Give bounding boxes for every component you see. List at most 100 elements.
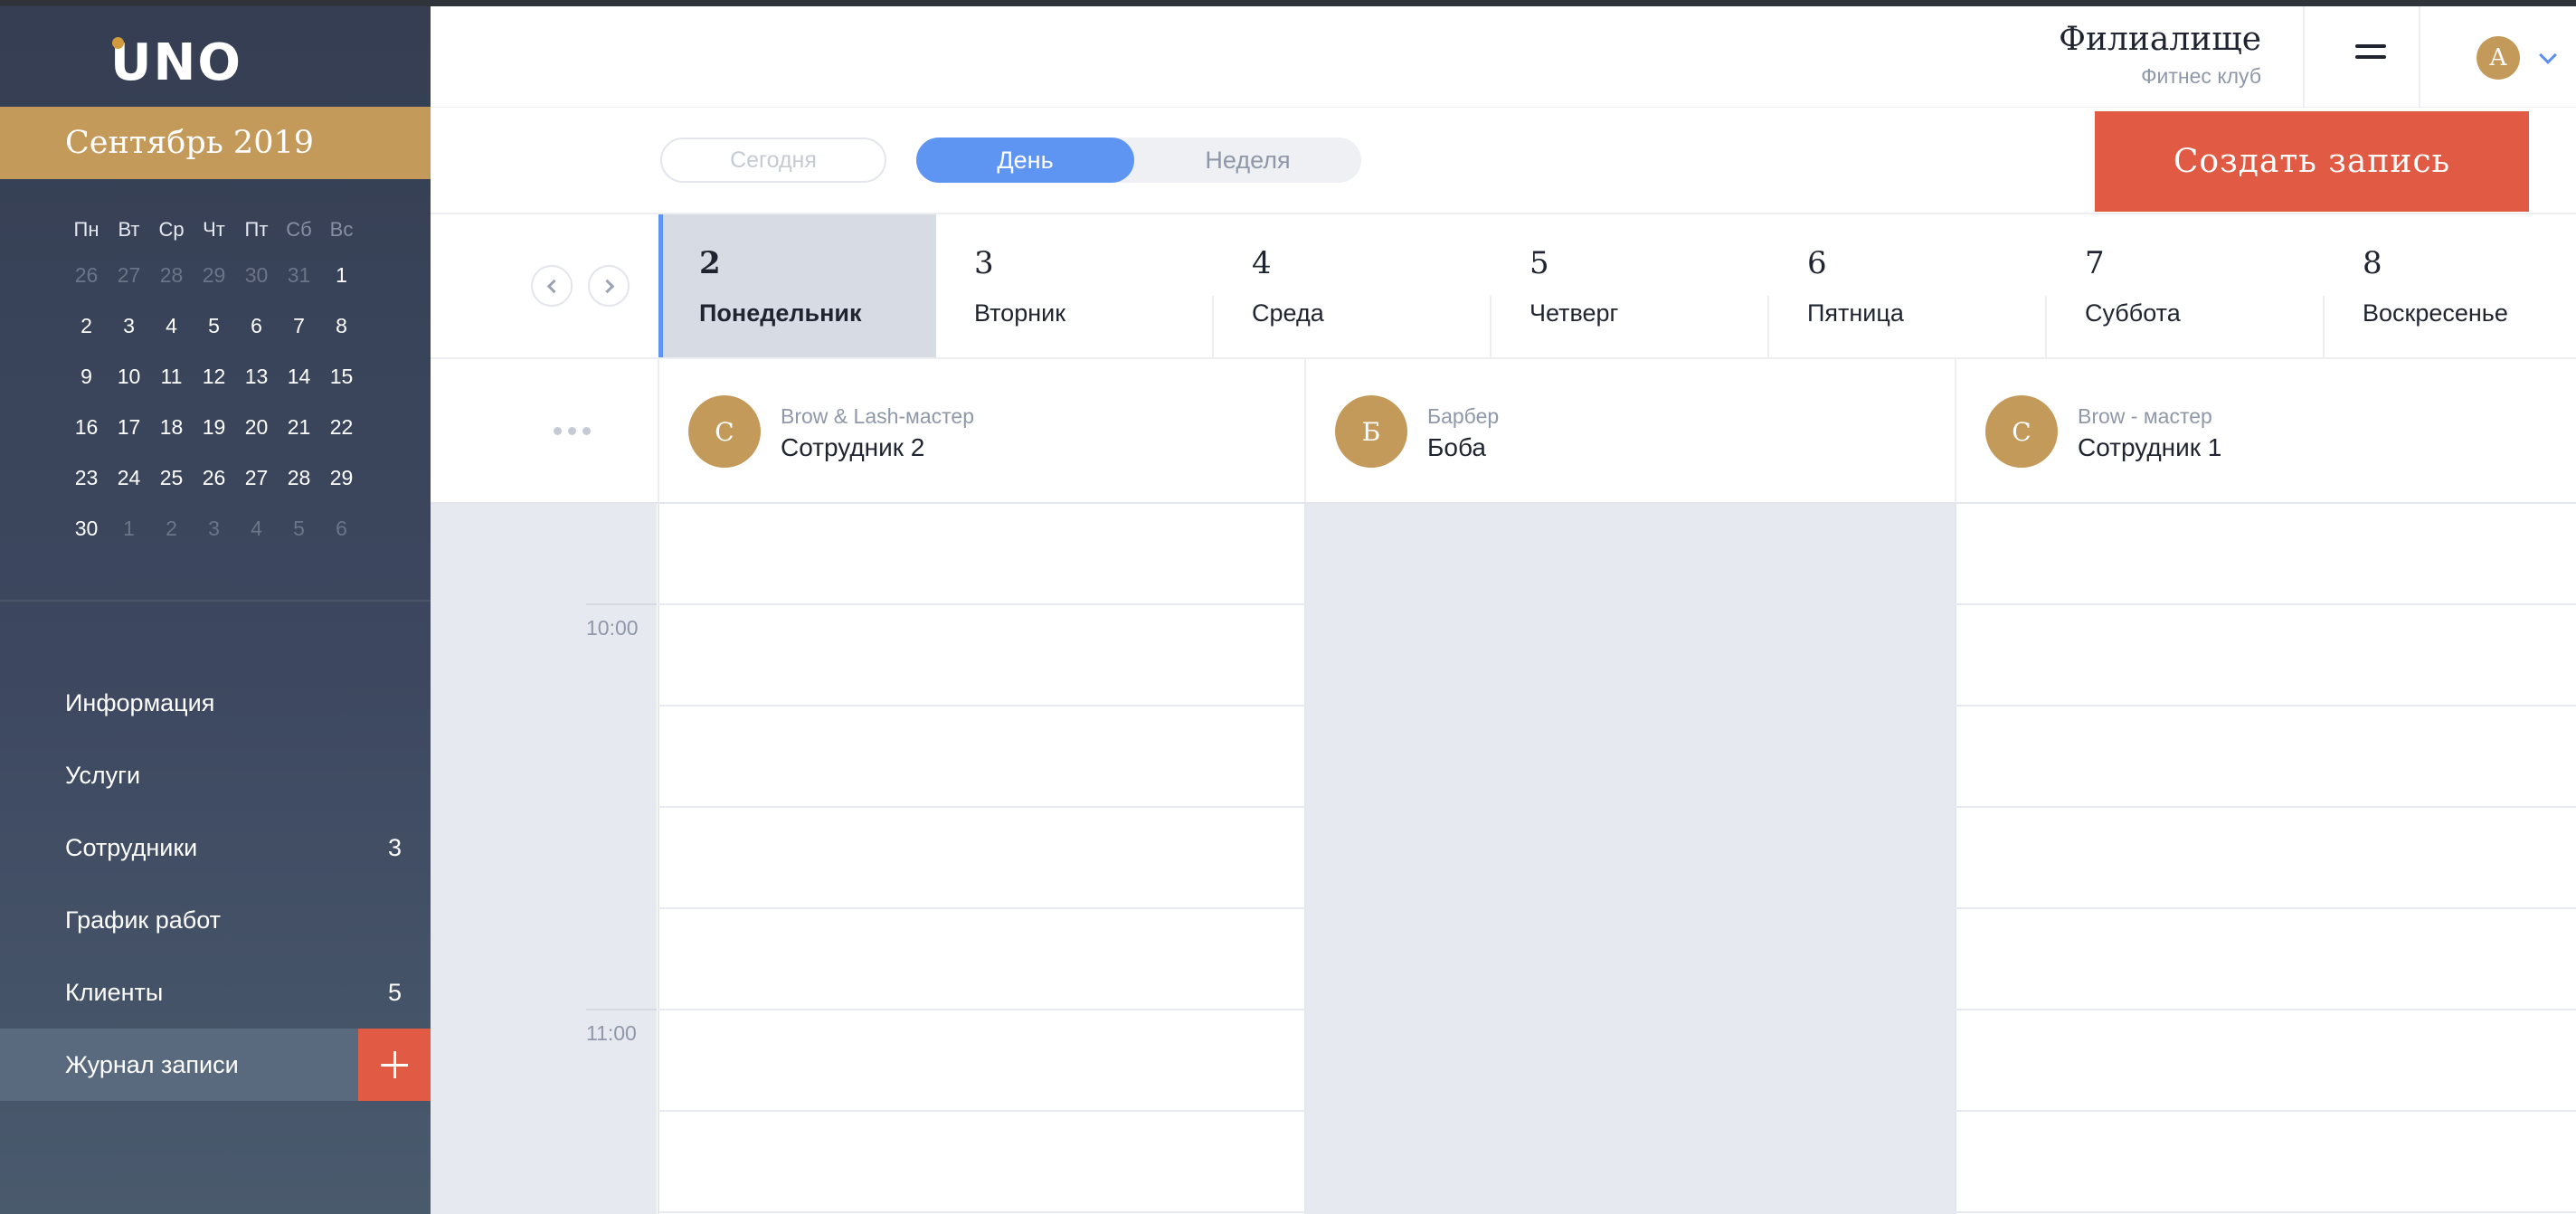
day-number: 2 [699, 245, 721, 281]
day-name: Понедельник [699, 299, 862, 327]
calendar-day[interactable]: 5 [193, 314, 235, 338]
calendar-day[interactable]: 11 [150, 365, 193, 389]
prev-week-button[interactable] [531, 265, 573, 307]
plus-bar [393, 1051, 396, 1078]
mini-calendar: Пн Вт Ср Чт Пт Сб Вс 26 27 28 29 30 31 1 2 3 4 5 6 7 8 9 10 11 1… [65, 210, 364, 554]
hour-tick [586, 1009, 657, 1010]
calendar-day[interactable]: 4 [150, 314, 193, 338]
calendar-day[interactable]: 23 [65, 466, 108, 490]
calendar-day[interactable]: 31 [278, 263, 320, 288]
user-avatar[interactable]: А [2477, 36, 2520, 80]
time-slot-line [658, 705, 2576, 707]
sidebar-item-info[interactable]: Информация [0, 667, 431, 739]
hour-tick [586, 603, 657, 605]
day-number: 3 [974, 245, 994, 281]
calendar-day[interactable]: 17 [108, 415, 150, 440]
calendar-day[interactable]: 29 [320, 466, 363, 490]
calendar-day[interactable]: 18 [150, 415, 193, 440]
view-week-button[interactable]: Неделя [1134, 138, 1361, 183]
calendar-day[interactable]: 30 [235, 263, 278, 288]
calendar-day[interactable]: 13 [235, 365, 278, 389]
calendar-day[interactable]: 2 [150, 517, 193, 541]
day-number: 7 [2085, 245, 2105, 281]
calendar-day[interactable]: 3 [193, 517, 235, 541]
view-day-button[interactable]: День [916, 138, 1134, 183]
calendar-day[interactable]: 10 [108, 365, 150, 389]
sidebar-item-schedule[interactable]: График работ [0, 884, 431, 956]
sidebar-menu: Информация Услуги Сотрудники 3 График работ К… [0, 667, 431, 1101]
sidebar-item-services[interactable]: Услуги [0, 739, 431, 811]
sidebar-item-label: Клиенты [65, 978, 164, 1006]
sidebar-item-journal[interactable]: Журнал записи [0, 1029, 431, 1101]
time-label: 11:00 [586, 1021, 637, 1045]
calendar-day[interactable]: 19 [193, 415, 235, 440]
calendar-day[interactable]: 16 [65, 415, 108, 440]
calendar-day[interactable]: 29 [193, 263, 235, 288]
day-tab[interactable]: 8 Воскресенье [2325, 214, 2576, 357]
calendar-weekday: Сб [286, 218, 312, 241]
month-title: Сентябрь 2019 [65, 125, 314, 161]
staff-column-header[interactable]: Б Барбер Боба [1304, 359, 1955, 502]
day-tab[interactable]: 3 Вторник [936, 214, 1214, 357]
more-dots-icon[interactable] [554, 427, 591, 435]
calendar-weekday: Вс [329, 218, 354, 241]
sidebar-item-count: 3 [387, 833, 402, 861]
day-tab[interactable]: 5 Четверг [1492, 214, 1769, 357]
calendar-week: 16 17 18 19 20 21 22 [65, 402, 364, 452]
calendar-day[interactable]: 27 [235, 466, 278, 490]
calendar-day[interactable]: 27 [108, 263, 150, 288]
today-button[interactable]: Сегодня [660, 138, 886, 183]
calendar-day[interactable]: 6 [320, 517, 363, 541]
time-slot-line [658, 603, 2576, 605]
view-toggle: День Неделя [916, 138, 1361, 183]
calendar-day[interactable]: 26 [65, 263, 108, 288]
calendar-day[interactable]: 6 [235, 314, 278, 338]
calendar-day[interactable]: 1 [320, 263, 363, 288]
add-appointment-button[interactable] [358, 1029, 431, 1101]
staff-column-header[interactable]: С Brow - мастер Сотрудник 1 [1955, 359, 2576, 502]
calendar-week: 9 10 11 12 13 14 15 [65, 351, 364, 402]
calendar-day[interactable]: 30 [65, 517, 108, 541]
calendar-day[interactable]: 8 [320, 314, 363, 338]
day-tab[interactable]: 2 Понедельник [658, 214, 936, 357]
calendar-day[interactable]: 24 [108, 466, 150, 490]
calendar-day[interactable]: 3 [108, 314, 150, 338]
chevron-down-icon[interactable] [2539, 46, 2557, 64]
sidebar-item-clients[interactable]: Клиенты 5 [0, 956, 431, 1029]
logo[interactable]: UNO [110, 33, 242, 92]
calendar-day[interactable]: 21 [278, 415, 320, 440]
calendar-day[interactable]: 12 [193, 365, 235, 389]
day-tab[interactable]: 7 Суббота [2047, 214, 2325, 357]
calendar-day[interactable]: 28 [150, 263, 193, 288]
staff-name: Сотрудник 2 [781, 433, 925, 461]
calendar-day[interactable]: 7 [278, 314, 320, 338]
menu-icon[interactable] [2355, 44, 2386, 66]
calendar-day[interactable]: 20 [235, 415, 278, 440]
staff-name: Сотрудник 1 [2078, 433, 2222, 461]
calendar-day[interactable]: 4 [235, 517, 278, 541]
calendar-day[interactable]: 15 [320, 365, 363, 389]
schedule-column[interactable] [658, 504, 1304, 1214]
schedule-column[interactable] [1304, 504, 1955, 1214]
calendar-day[interactable]: 5 [278, 517, 320, 541]
sidebar-item-count: 5 [387, 978, 402, 1006]
calendar-day[interactable]: 2 [65, 314, 108, 338]
calendar-day[interactable]: 14 [278, 365, 320, 389]
calendar-day[interactable]: 1 [108, 517, 150, 541]
day-tab[interactable]: 4 Среда [1214, 214, 1492, 357]
day-tab[interactable]: 6 Пятница [1769, 214, 2047, 357]
create-appointment-button[interactable]: Создать запись [2095, 111, 2529, 212]
calendar-day[interactable]: 26 [193, 466, 235, 490]
schedule-column[interactable] [1955, 504, 2576, 1214]
next-week-button[interactable] [588, 265, 630, 307]
calendar-day[interactable]: 25 [150, 466, 193, 490]
branch-name[interactable]: Филиалище [2059, 21, 2261, 58]
avatar: С [688, 395, 761, 468]
sidebar-item-staff[interactable]: Сотрудники 3 [0, 811, 431, 884]
day-number: 5 [1530, 245, 1549, 281]
calendar-day[interactable]: 28 [278, 466, 320, 490]
staff-column-header[interactable]: С Brow & Lash-мастер Сотрудник 2 [658, 359, 1304, 502]
calendar-day[interactable]: 9 [65, 365, 108, 389]
plus-icon [381, 1051, 408, 1078]
calendar-day[interactable]: 22 [320, 415, 363, 440]
